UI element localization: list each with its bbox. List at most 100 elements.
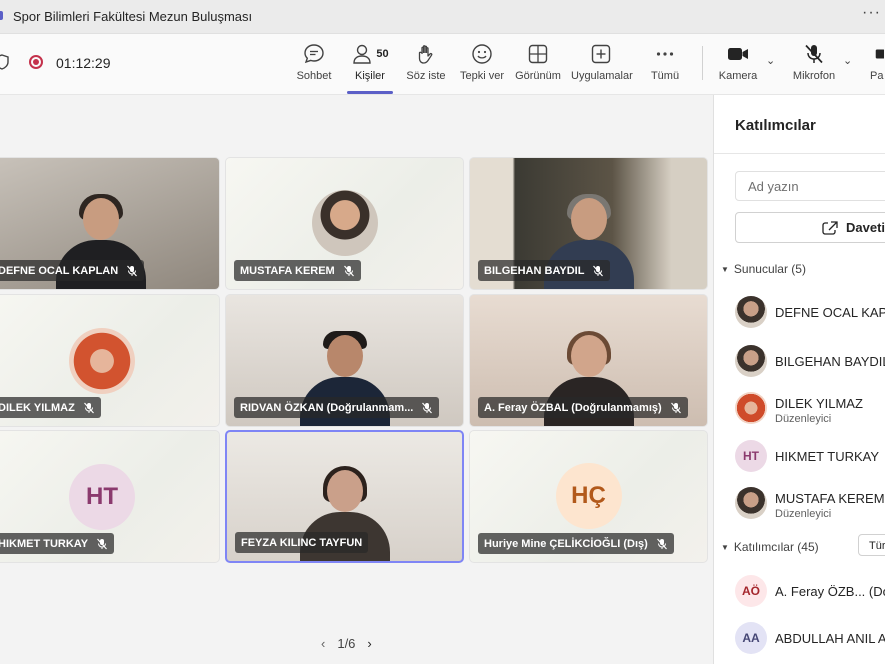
collapse-caret-icon: ▼	[721, 543, 729, 553]
chat-icon	[304, 44, 324, 64]
video-stage: DEFNE OCAL KAPLAN MUSTAFA KEREM BILGEHAN…	[0, 95, 713, 664]
participant-name-tag: DILEK YILMAZ	[0, 397, 101, 418]
chat-button[interactable]: Sohbet	[294, 42, 334, 88]
recording-icon	[29, 55, 43, 69]
mic-off-icon	[127, 265, 138, 276]
participant-search-input[interactable]: Ad yazın	[735, 171, 885, 201]
page-indicator: 1/6	[337, 636, 356, 651]
more-options-icon[interactable]: ···	[862, 4, 881, 22]
invite-button[interactable]: Daveti	[735, 212, 885, 243]
mic-off-icon	[593, 265, 604, 276]
participant-initials: HT	[743, 449, 759, 463]
participant-name: MUSTAFA KEREM	[240, 264, 335, 277]
title-bar: Spor Bilimleri Fakültesi Mezun Buluşması…	[0, 0, 885, 34]
view-label: Görünüm	[515, 70, 561, 82]
participant-row[interactable]: HT HIKMET TURKAY	[735, 440, 885, 474]
react-button[interactable]: Tepki ver	[459, 42, 505, 88]
participant-initials-avatar: HT	[69, 464, 135, 530]
participant-tile[interactable]: HT HIKMET TURKAY	[0, 430, 220, 563]
participant-initials-avatar: HÇ	[555, 463, 622, 529]
participant-initials: HÇ	[571, 482, 606, 509]
participant-name-tag: BILGEHAN BAYDIL	[478, 260, 611, 281]
meeting-toolbar: 01:12:29 Sohbet 50 Kişiler Söz iste Tepk…	[0, 34, 885, 95]
meeting-title: Spor Bilimleri Fakültesi Mezun Buluşması	[13, 9, 253, 24]
participant-row[interactable]: AA ABDULLAH ANIL A	[735, 622, 885, 656]
participant-role: Düzenleyici	[775, 413, 832, 425]
react-icon	[472, 44, 492, 64]
participant-name: Huriye Mine ÇELİKCİOĞLI (Dış)	[484, 537, 648, 550]
camera-options-chevron-icon[interactable]: ⌄	[766, 54, 775, 67]
microphone-label: Mikrofon	[792, 70, 836, 82]
participant-name: RIDVAN ÖZKAN (Doğrulanmam...	[240, 401, 414, 414]
raise-hand-button[interactable]: Söz iste	[405, 42, 447, 88]
view-button[interactable]: Görünüm	[514, 42, 562, 88]
participant-row[interactable]: DILEK YILMAZ Düzenleyici	[735, 392, 885, 426]
share-button[interactable]: Pa	[870, 42, 884, 88]
participant-avatar	[735, 296, 767, 328]
react-label: Tepki ver	[459, 70, 505, 82]
participant-initials: HT	[86, 483, 118, 510]
participant-avatar	[735, 392, 767, 424]
shield-icon	[0, 54, 9, 70]
participant-initials: AÖ	[742, 584, 760, 598]
microphone-button[interactable]: Mikrofon	[790, 42, 838, 88]
more-icon	[656, 52, 674, 56]
participants-panel: Katılımcılar Ad yazın Daveti ▼ Sunucular …	[713, 95, 885, 664]
participant-name-tag: HIKMET TURKAY	[0, 533, 115, 554]
participant-name: HIKMET TURKAY	[0, 537, 89, 550]
apps-icon	[591, 44, 611, 64]
mute-all-button[interactable]: Tür	[858, 534, 885, 556]
mic-off-icon	[97, 538, 107, 549]
mic-off-icon	[422, 402, 433, 413]
participant-avatar	[735, 487, 767, 519]
apps-button[interactable]: Uygulamalar	[571, 42, 633, 88]
mic-off-icon	[343, 265, 354, 276]
participant-name-tag: Huriye Mine ÇELİKCİOĞLI (Dış)	[478, 533, 674, 554]
participant-tile[interactable]: BILGEHAN BAYDIL	[469, 157, 708, 290]
presenters-section-header[interactable]: ▼ Sunucular (5)	[721, 262, 806, 276]
toolbar-divider	[702, 46, 703, 80]
participant-role: Düzenleyici	[775, 508, 832, 520]
share-label: Pa	[870, 70, 884, 82]
participant-initials-avatar: AA	[735, 622, 767, 654]
mic-off-icon	[656, 538, 667, 549]
participant-tile[interactable]: RIDVAN ÖZKAN (Doğrulanmam...	[225, 294, 464, 427]
participant-row[interactable]: BILGEHAN BAYDIL	[735, 345, 885, 379]
panel-title: Katılımcılar	[735, 117, 816, 134]
previous-page-icon[interactable]: ‹	[321, 636, 325, 651]
mic-off-icon	[670, 402, 681, 413]
next-page-icon[interactable]: ›	[367, 636, 371, 651]
participant-initials-avatar: AÖ	[735, 575, 767, 607]
participant-tile[interactable]: HÇ Huriye Mine ÇELİKCİOĞLI (Dış)	[469, 430, 708, 563]
attendees-section-header[interactable]: ▼ Katılımcılar (45)	[721, 540, 819, 554]
gallery-pager: ‹ 1/6 ›	[313, 636, 380, 651]
people-button[interactable]: 50 Kişiler	[347, 42, 393, 94]
participant-tile-selected[interactable]: FEYZA KILINC TAYFUN	[225, 430, 464, 563]
participant-tile[interactable]: MUSTAFA KEREM	[225, 157, 464, 290]
participant-name-tag: FEYZA KILINC TAYFUN	[235, 532, 369, 553]
camera-icon	[728, 48, 748, 60]
participant-initials-avatar: HT	[735, 440, 767, 472]
share-icon	[875, 49, 884, 59]
participant-name: FEYZA KILINC TAYFUN	[241, 536, 363, 549]
participant-row[interactable]: AÖ A. Feray ÖZB... (Do	[735, 575, 885, 609]
participant-name: DEFNE OCAL KAPLAN	[0, 264, 119, 277]
participant-row[interactable]: DEFNE OCAL KAP	[735, 296, 885, 330]
participant-name: A. Feray ÖZBAL (Doğrulanmamış)	[484, 401, 662, 414]
panel-divider	[714, 153, 885, 154]
participant-tile[interactable]: A. Feray ÖZBAL (Doğrulanmamış)	[469, 294, 708, 427]
invite-label: Daveti	[846, 220, 885, 235]
participant-row[interactable]: MUSTAFA KEREM Düzenleyici	[735, 487, 885, 521]
more-button[interactable]: Tümü	[648, 42, 682, 88]
participant-name-tag: A. Feray ÖZBAL (Doğrulanmamış)	[478, 397, 688, 418]
participant-tile[interactable]: DILEK YILMAZ	[0, 294, 220, 427]
camera-button[interactable]: Kamera	[718, 42, 758, 88]
participant-name-tag: RIDVAN ÖZKAN (Doğrulanmam...	[234, 397, 440, 418]
participant-name: BILGEHAN BAYDIL	[484, 264, 585, 277]
participant-tile[interactable]: DEFNE OCAL KAPLAN	[0, 157, 220, 290]
raise-hand-label: Söz iste	[406, 70, 446, 82]
participant-name: HIKMET TURKAY	[775, 449, 880, 464]
microphone-options-chevron-icon[interactable]: ⌄	[843, 54, 852, 67]
participant-avatar	[69, 328, 135, 394]
participant-name: BILGEHAN BAYDIL	[775, 354, 885, 369]
